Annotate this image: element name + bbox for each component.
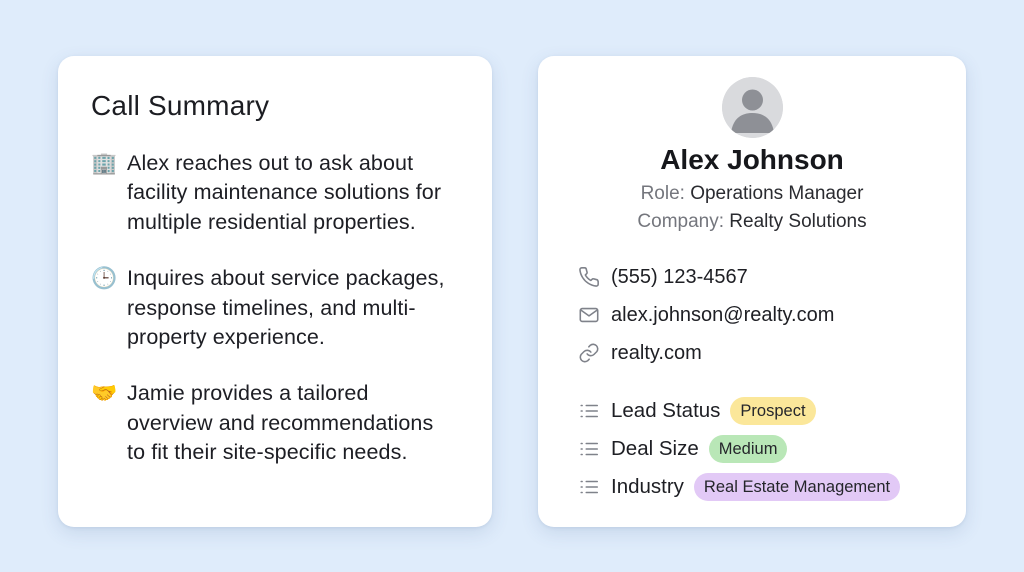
website-row[interactable]: realty.com — [578, 340, 702, 366]
list-icon — [578, 476, 611, 498]
company-label: Company: — [637, 211, 725, 232]
phone-row[interactable]: (555) 123-4567 — [578, 264, 748, 290]
role-line: Role: Operations Manager — [538, 183, 966, 205]
list-icon — [578, 400, 611, 422]
summary-title: Call Summary — [91, 90, 270, 121]
list-icon — [578, 438, 611, 460]
summary-item: 🕒 Inquires about service packages, respo… — [91, 264, 462, 352]
lead-status-label: Lead Status — [611, 399, 721, 422]
lead-status-tag[interactable]: Prospect — [730, 397, 816, 425]
call-summary-card: Call Summary 🏢 Alex reaches out to ask a… — [58, 56, 492, 527]
summary-item-text: Jamie provides a tailored overview and r… — [127, 381, 434, 465]
industry-row: Industry Real Estate Management — [578, 472, 901, 502]
summary-item: 🏢 Alex reaches out to ask about facility… — [91, 149, 462, 237]
deal-size-tag[interactable]: Medium — [708, 435, 788, 463]
summary-item: 🤝 Jamie provides a tailored overview and… — [91, 379, 462, 467]
user-avatar-icon[interactable] — [722, 77, 783, 138]
contact-name: Alex Johnson — [660, 144, 844, 175]
company-value: Realty Solutions — [729, 211, 867, 232]
handshake-icon: 🤝 — [91, 382, 118, 406]
phone-icon — [578, 266, 611, 288]
website-link[interactable]: realty.com — [611, 342, 702, 365]
industry-tag[interactable]: Real Estate Management — [693, 473, 901, 501]
contact-card: Alex Johnson Role: Operations Manager Co… — [538, 56, 966, 527]
email-address[interactable]: alex.johnson@realty.com — [611, 304, 834, 327]
role-value: Operations Manager — [690, 183, 864, 204]
summary-item-text: Alex reaches out to ask about facility m… — [127, 151, 442, 234]
company-line: Company: Realty Solutions — [538, 211, 966, 233]
phone-number[interactable]: (555) 123-4567 — [611, 266, 748, 289]
email-row[interactable]: alex.johnson@realty.com — [578, 302, 834, 328]
lead-status-row: Lead Status Prospect — [578, 396, 816, 426]
deal-size-row: Deal Size Medium — [578, 434, 788, 464]
deal-size-label: Deal Size — [611, 437, 699, 460]
clock-icon: 🕒 — [91, 267, 118, 291]
mail-icon — [578, 304, 611, 326]
industry-label: Industry — [611, 475, 684, 498]
role-label: Role: — [640, 183, 685, 204]
link-icon — [578, 342, 611, 364]
building-icon: 🏢 — [91, 152, 118, 175]
summary-item-text: Inquires about service packages, respons… — [127, 266, 445, 350]
